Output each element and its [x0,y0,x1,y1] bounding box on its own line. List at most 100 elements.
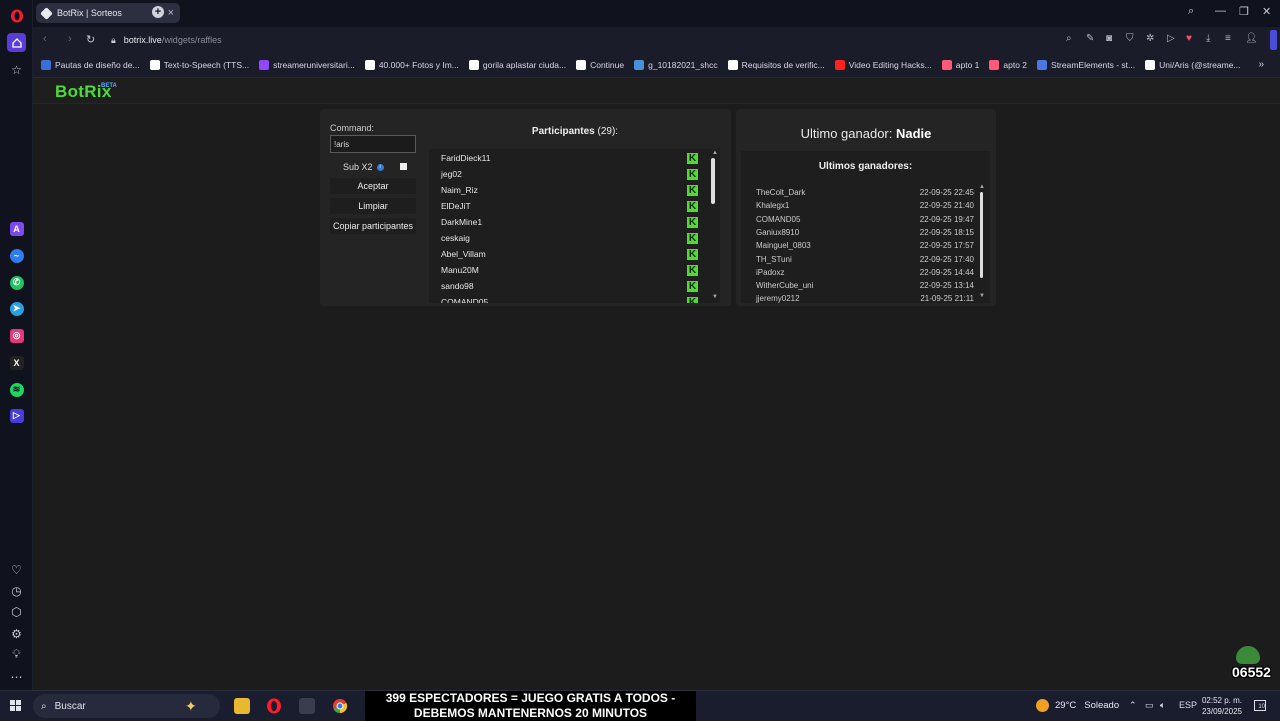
winners-scrollbar[interactable] [980,192,983,278]
bookmark-label: apto 1 [955,60,980,70]
bookmarks-more-icon[interactable]: » [1258,59,1264,70]
bookmark-item[interactable]: apto 2 [989,60,1027,70]
scroll-down-icon[interactable]: ▼ [712,294,718,300]
shield-icon[interactable]: ⛉ [1126,33,1134,44]
search-placeholder: Buscar [54,700,86,712]
bookmark-label: 40.000+ Fotos y Im... [378,60,459,70]
weather-widget[interactable]: 29°C Soleado [1036,699,1119,712]
new-tab-icon[interactable]: + [152,6,164,18]
winner-row: Ganiux8910 22-09-25 18:15 [756,228,974,241]
bookmark-label: Pautas de diseño de... [55,60,140,70]
taskbar-search[interactable]: ⌕ Buscar ✦ [33,694,220,718]
bookmark-item[interactable]: g_10182021_shcc [634,60,718,70]
language-indicator[interactable]: ESP [1179,700,1197,710]
bookmark-item[interactable]: StreamElements - st... [1037,60,1135,70]
windows-start-icon[interactable] [10,700,22,712]
player-app-icon[interactable]: ▷ [7,406,26,425]
info-icon[interactable]: i [376,163,384,171]
sub-x2-checkbox[interactable] [400,163,407,170]
bookmark-item[interactable]: Uni/Aris (@streame... [1145,60,1241,70]
lock-icon: 🔒︎ [111,34,116,45]
winner-row: jjeremy0212 21-09-25 21:11 [756,294,974,307]
x-app-icon[interactable]: X [7,353,26,372]
bookmark-label: Uni/Aris (@streame... [1159,60,1241,70]
maximize-icon[interactable]: ❐ [1239,5,1249,18]
close-window-icon[interactable]: ✕ [1262,5,1271,18]
copy-participants-button[interactable]: Copiar participantes [330,218,416,234]
bookmark-item[interactable]: apto 1 [941,60,980,70]
forward-icon[interactable]: › [68,33,72,45]
taskbar-clock[interactable]: 02:52 p. m. 23/09/2025 [1199,695,1245,717]
menu-icon[interactable]: ≡ [1225,33,1231,44]
volume-icon[interactable]: 🔈︎ [1160,700,1165,711]
bookmark-item[interactable]: Text-to-Speech (TTS... [149,60,249,70]
extensions-icon[interactable]: ✲ [1146,33,1154,44]
bookmark-item[interactable]: Continue [576,60,624,70]
participant-row: ElDeJiT K [429,199,699,215]
opera-logo-icon[interactable] [7,6,26,25]
bookmark-item[interactable]: gorila aplastar ciuda... [468,60,567,70]
aria-app-icon[interactable]: A [7,219,26,238]
participants-title-text: Participantes [531,126,595,137]
bookmark-item[interactable]: Requisitos de verific... [727,60,825,70]
scroll-up-icon[interactable]: ▲ [712,150,718,156]
tab-close-icon[interactable]: × [168,7,174,19]
bookmark-item[interactable]: 40.000+ Fotos y Im... [364,60,459,70]
lightbulb-icon[interactable]: 💡︎ [7,645,26,664]
search-icon[interactable]: ⌕ [1066,33,1072,44]
winners-scroll-down-icon[interactable]: ▼ [979,293,985,299]
kick-platform-icon: K [687,280,698,292]
heart-icon[interactable]: ♡ [7,560,26,579]
app-taskbar-icon[interactable] [299,698,315,714]
spotify-app-icon[interactable]: ≋ [7,380,26,399]
whatsapp-app-icon[interactable]: ✆ [7,273,26,292]
bookmark-favicon-icon [576,60,587,70]
notif-count: 10 [1258,704,1265,710]
history-icon[interactable]: ◷ [7,581,26,600]
file-explorer-icon[interactable] [234,698,250,714]
beta-badge: BETA [101,83,117,89]
kick-platform-icon: K [687,264,698,276]
home-icon[interactable] [7,33,26,52]
reload-icon[interactable]: ↻ [86,33,95,46]
notifications-icon[interactable]: 10 [1254,700,1266,711]
more-dots-icon[interactable]: ⋯ [7,667,26,686]
profile-icon[interactable]: 👤︎ [1245,33,1258,44]
bookmark-item[interactable]: Video Editing Hacks... [834,60,932,70]
clear-button[interactable]: Limpiar [330,198,416,214]
minimize-icon[interactable]: — [1215,5,1226,17]
settings-gear-icon[interactable]: ⚙ [7,624,26,643]
bookmark-label: gorila aplastar ciuda... [482,60,567,70]
messenger-app-icon[interactable]: ~ [7,246,26,265]
chrome-taskbar-icon[interactable] [332,698,348,714]
bookmark-favicon-icon [634,60,645,70]
winner-date: 22-09-25 14:44 [919,267,974,277]
cube-icon[interactable]: ⬡ [7,602,26,621]
heart-icon[interactable]: ♥ [1186,33,1192,44]
sidebar-toggle[interactable] [1270,30,1277,50]
participant-name: Naim_Riz [441,185,478,195]
bookmark-item[interactable]: streameruniversitari... [259,60,355,70]
star-icon[interactable]: ☆ [7,60,26,79]
participant-name: ceskaig [441,233,470,243]
player-icon[interactable]: ▷ [1167,33,1175,44]
winners-scroll-up-icon[interactable]: ▲ [979,184,985,190]
banner-line-2: DEBEMOS MANTENERNOS 20 MINUTOS [413,706,648,720]
participants-scrollbar[interactable] [711,158,715,204]
edit-icon[interactable]: ✎ [1086,33,1094,44]
command-input[interactable] [330,135,416,153]
recent-winners-box[interactable]: Ultimos ganadores: ▲ ▼ TheColt_Dark 22-09… [741,151,990,303]
search-tabs-icon[interactable]: ⌕ [1188,5,1194,18]
weather-temp: 29°C [1055,700,1077,711]
bookmark-item[interactable]: Pautas de diseño de... [41,60,140,70]
network-icon[interactable]: ▭ [1145,700,1154,711]
participants-list[interactable]: ▲ ▼ FaridDieck11 Kjeg02 K Naim_Riz K ElDeJiT K… [429,149,720,303]
camera-icon[interactable]: ◙ [1106,33,1112,44]
back-icon[interactable]: ‹ [43,33,47,45]
opera-taskbar-icon[interactable] [266,698,282,714]
instagram-app-icon[interactable]: ◎ [7,326,26,345]
download-icon[interactable]: ⤓ [1206,33,1210,44]
telegram-app-icon[interactable]: ➤ [7,299,26,318]
accept-button[interactable]: Aceptar [330,178,416,194]
tray-chevron-icon[interactable]: ⌃ [1129,700,1137,711]
